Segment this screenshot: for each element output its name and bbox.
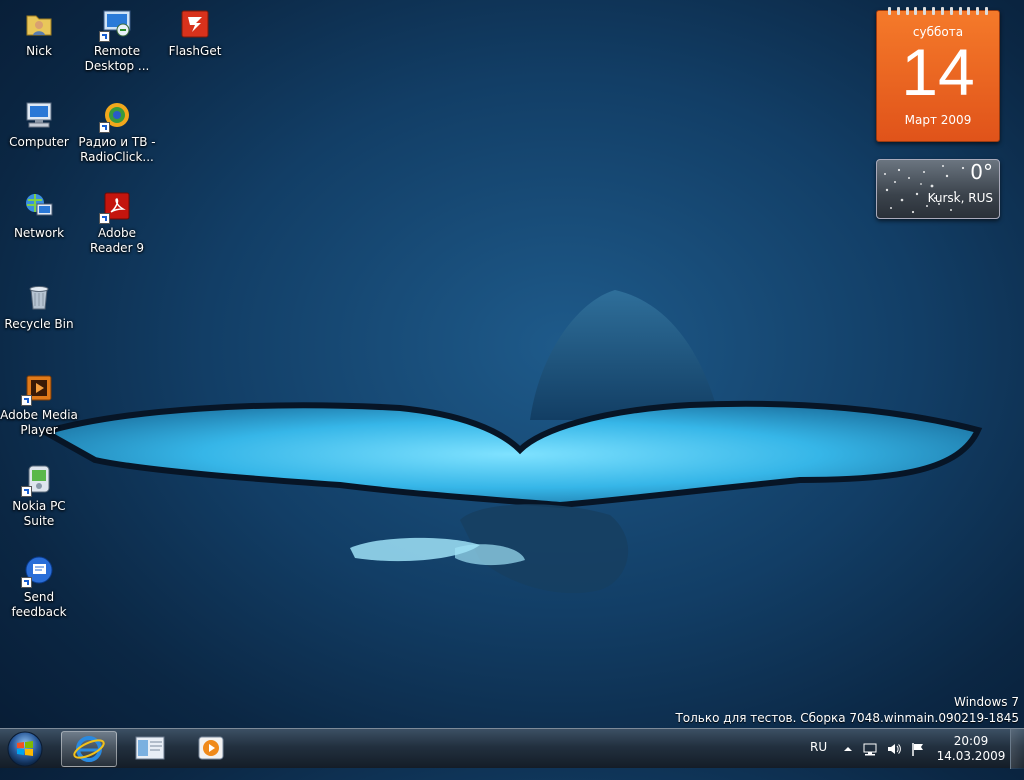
desktop-icon-network[interactable]: Network [0, 190, 78, 241]
desktop-icon-label: Adobe Media Player [0, 408, 78, 437]
computer-icon [23, 99, 55, 131]
radioclick-icon [99, 99, 133, 133]
desktop-icon-recycle-bin[interactable]: Recycle Bin [0, 281, 78, 332]
network-icon [23, 190, 55, 222]
calendar-day-number: 14 [901, 35, 975, 109]
shortcut-arrow-icon [99, 31, 110, 42]
watermark-os-name: Windows 7 [953, 695, 1019, 709]
desktop-icon-label: Recycle Bin [4, 317, 74, 331]
weather-location: Kursk, RUS [927, 191, 993, 205]
windows-orb-icon [7, 731, 43, 767]
desktop-icon-computer[interactable]: Computer [0, 99, 78, 150]
desktop-icon-label: Computer [9, 135, 69, 149]
taskbar-windows-explorer-button[interactable] [122, 731, 178, 767]
adobe-media-player-icon [21, 372, 55, 406]
taskbar-clock[interactable]: 20:09 14.03.2009 [936, 734, 1006, 764]
shortcut-arrow-icon [99, 213, 110, 224]
flashget-icon [179, 8, 211, 40]
shortcut-arrow-icon [21, 395, 32, 406]
taskbar: RU 20:09 14.03.2009 [0, 728, 1024, 769]
weather-temperature: 0° [970, 160, 993, 184]
recycle-bin-icon [23, 281, 55, 313]
watermark-build-info: Только для тестов. Сборка 7048.winmain.0… [675, 711, 1019, 725]
remote-desktop-icon [99, 8, 133, 42]
taskbar-media-player-button[interactable] [184, 731, 240, 767]
shortcut-arrow-icon [99, 122, 110, 133]
weather-gadget[interactable]: 0° Kursk, RUS [876, 159, 1000, 219]
send-feedback-icon [21, 554, 55, 588]
desktop-icon-label: Send feedback [11, 590, 67, 619]
build-watermark: Windows 7 Только для тестов. Сборка 7048… [675, 694, 1019, 726]
desktop-icon-label: Радио и ТВ - RadioClick... [78, 135, 156, 164]
windows-explorer-icon [135, 736, 165, 760]
clock-date: 14.03.2009 [936, 749, 1006, 763]
desktop-icon-nokia-pc-suite[interactable]: Nokia PC Suite [0, 463, 78, 529]
desktop-icon-label: Nick [26, 44, 52, 58]
clock-time: 20:09 [953, 734, 989, 748]
action-center-flag-icon[interactable] [910, 741, 926, 757]
internet-explorer-icon [73, 736, 105, 762]
network-icon[interactable] [862, 741, 878, 757]
show-desktop-button[interactable] [1010, 729, 1024, 769]
show-hidden-icons-icon[interactable] [840, 741, 856, 757]
desktop-icon-adobe-reader[interactable]: Adobe Reader 9 [78, 190, 156, 256]
volume-icon[interactable] [886, 741, 902, 757]
calendar-month-year: Март 2009 [904, 113, 972, 127]
user-folder-icon [23, 8, 55, 40]
taskbar-internet-explorer-button[interactable] [61, 731, 117, 767]
language-indicator[interactable]: RU [810, 740, 827, 780]
calendar-rings [877, 7, 999, 15]
desktop-icon-flashget[interactable]: FlashGet [156, 8, 234, 59]
desktop-icon-nick[interactable]: Nick [0, 8, 78, 59]
start-button[interactable] [4, 730, 46, 768]
desktop-icon-adobe-media-player[interactable]: Adobe Media Player [0, 372, 78, 438]
desktop-icon-label: FlashGet [168, 44, 222, 58]
desktop-icon-send-feedback[interactable]: Send feedback [0, 554, 78, 620]
desktop-icon-label: Adobe Reader 9 [90, 226, 144, 255]
desktop-icon-label: Remote Desktop ... [84, 44, 150, 73]
shortcut-arrow-icon [21, 577, 32, 588]
calendar-gadget[interactable]: суббота 14 Март 2009 [876, 7, 1000, 142]
desktop-icon-remote-desktop[interactable]: Remote Desktop ... [78, 8, 156, 74]
desktop-icon-radioclick[interactable]: Радио и ТВ - RadioClick... [78, 99, 156, 165]
shortcut-arrow-icon [21, 486, 32, 497]
adobe-reader-icon [99, 190, 133, 224]
nokia-pc-suite-icon [21, 463, 55, 497]
media-player-icon [198, 736, 224, 760]
desktop-icon-label: Nokia PC Suite [12, 499, 66, 528]
desktop-icon-label: Network [13, 226, 65, 240]
